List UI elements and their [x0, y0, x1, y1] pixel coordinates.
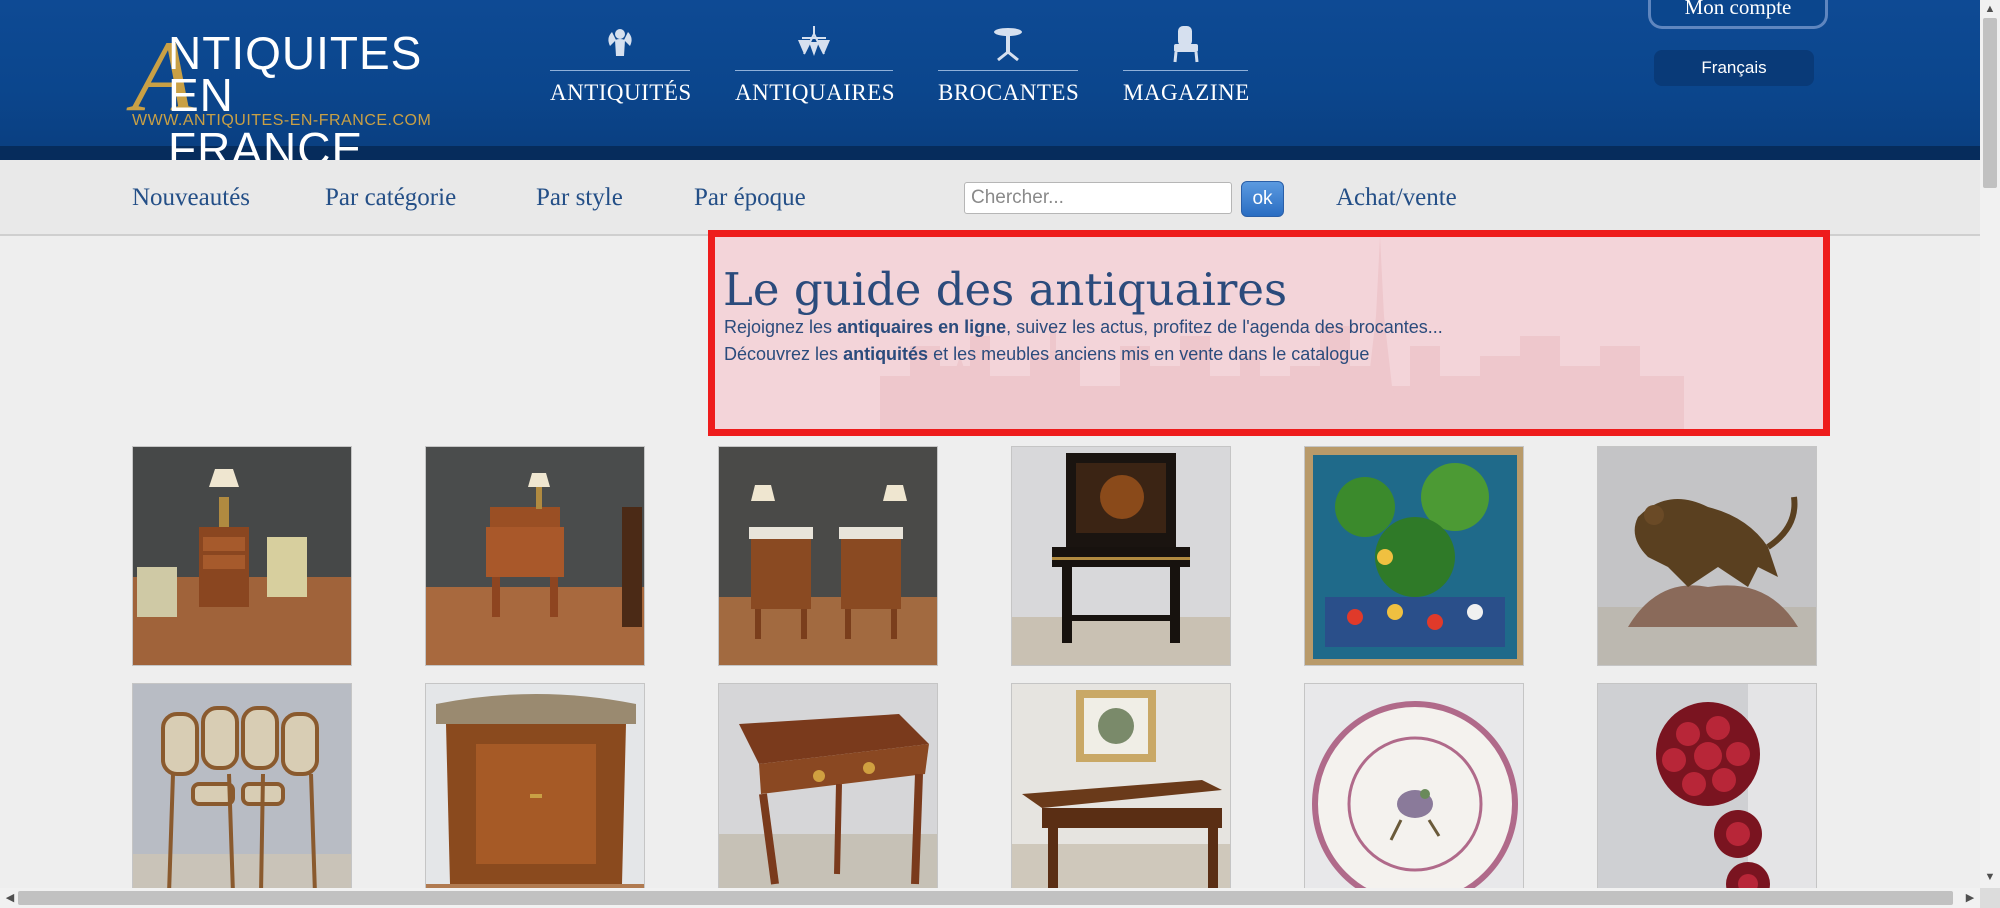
- product-nightstand-chairs[interactable]: [132, 446, 352, 666]
- guide-title: Le guide des antiquaires: [723, 263, 1288, 316]
- product-farm-table[interactable]: [1011, 683, 1231, 903]
- main-nav-brocantes[interactable]: BROCANTES: [938, 24, 1080, 114]
- nav-nouveautes[interactable]: Nouveautés: [132, 184, 250, 212]
- product-faience-plate[interactable]: [1304, 683, 1524, 903]
- logo-url: WWW.ANTIQUITES-EN-FRANCE.COM: [132, 112, 432, 129]
- search-input[interactable]: [964, 182, 1232, 214]
- product-naive-painting[interactable]: [1304, 446, 1524, 666]
- guide-text: Découvrez les: [724, 344, 844, 364]
- scroll-right-icon[interactable]: ▶: [1960, 889, 1980, 907]
- main-nav-label: BROCANTES: [938, 80, 1080, 105]
- nav-divider: [735, 70, 893, 71]
- guide-intro-line1: Rejoignez les antiquaires en ligne, suiv…: [724, 317, 1443, 338]
- main-nav-antiquites[interactable]: ANTIQUITÉS: [550, 24, 692, 114]
- scroll-down-icon[interactable]: ▼: [1980, 868, 2000, 886]
- nav-divider: [1123, 70, 1248, 71]
- nav-divider: [550, 70, 690, 71]
- cherub-icon: [600, 24, 640, 64]
- scroll-left-icon[interactable]: ◀: [0, 889, 20, 907]
- nav-achat-vente[interactable]: Achat/vente: [1336, 184, 1457, 212]
- guide-link-antiquaires[interactable]: antiquaires en ligne: [837, 317, 1006, 337]
- product-napoleon-iii-desk[interactable]: [1011, 446, 1231, 666]
- vertical-scroll-thumb[interactable]: [1983, 18, 1997, 188]
- guide-text: , suivez les actus, profitez de l'agenda…: [1006, 317, 1443, 337]
- account-button[interactable]: Mon compte: [1648, 0, 1828, 29]
- guide-text: et les meubles anciens mis en vente dans…: [928, 344, 1370, 364]
- product-bureau-plat[interactable]: [718, 683, 938, 903]
- horizontal-scroll-thumb[interactable]: [18, 891, 1953, 905]
- search-ok-button[interactable]: ok: [1241, 181, 1284, 217]
- main-nav-label: MAGAZINE: [1123, 80, 1250, 105]
- guide-intro-line2: Découvrez les antiquités et les meubles …: [724, 344, 1369, 365]
- product-demilune-commode[interactable]: [425, 683, 645, 903]
- main-nav-label: ANTIQUITÉS: [550, 80, 692, 105]
- language-selector[interactable]: Français: [1654, 50, 1814, 86]
- scroll-up-icon[interactable]: ▲: [1980, 0, 2000, 18]
- guide-text: Rejoignez les: [724, 317, 838, 337]
- guide-highlight-panel: Le guide des antiquaires Rejoignez les a…: [708, 230, 1830, 436]
- nav-par-style[interactable]: Par style: [536, 184, 623, 212]
- nav-par-categorie[interactable]: Par catégorie: [325, 184, 456, 212]
- scrollbar-corner: [1980, 888, 2000, 908]
- product-writing-nightstand[interactable]: [425, 446, 645, 666]
- chandelier-icon: [794, 24, 834, 64]
- product-pair-nightstands[interactable]: [718, 446, 938, 666]
- nav-divider: [938, 70, 1078, 71]
- secondary-nav: Nouveautés Par catégorie Par style Par é…: [0, 160, 1980, 236]
- product-garnet-bracelet[interactable]: [1597, 683, 1817, 903]
- main-nav-magazine[interactable]: MAGAZINE: [1123, 24, 1250, 114]
- nav-par-epoque[interactable]: Par époque: [694, 184, 806, 212]
- site-logo[interactable]: A NTIQUITES EN FRANCE WWW.ANTIQUITES-EN-…: [132, 26, 442, 176]
- armchair-icon: [1166, 24, 1206, 64]
- product-bronze-panther[interactable]: [1597, 446, 1817, 666]
- main-nav-antiquaires[interactable]: ANTIQUAIRES: [735, 24, 896, 114]
- product-bistro-chairs[interactable]: [132, 683, 352, 903]
- pedestal-table-icon: [988, 24, 1028, 64]
- guide-link-antiquites[interactable]: antiquités: [843, 344, 928, 364]
- main-nav-label: ANTIQUAIRES: [735, 80, 896, 105]
